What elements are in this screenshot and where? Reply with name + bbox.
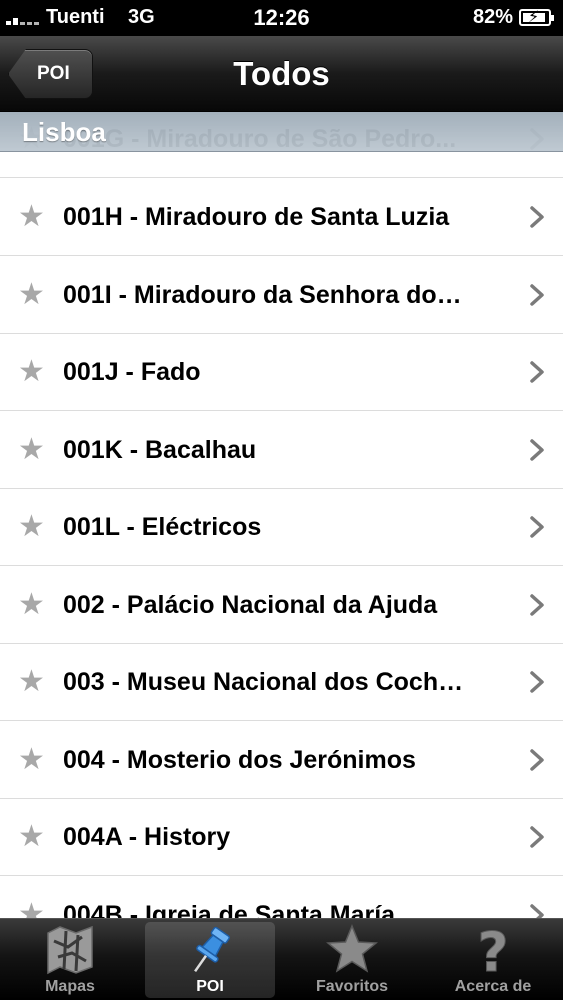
tab-favoritos[interactable]: Favoritos: [282, 919, 422, 1000]
star-icon[interactable]: ★: [18, 435, 46, 465]
list-item[interactable]: ★ 004B - Igreja de Santa María: [0, 877, 563, 918]
tab-label: POI: [196, 978, 224, 995]
chevron-right-icon: [530, 206, 544, 228]
status-bar: Tuenti 3G 12:26 82% ⚡: [0, 0, 563, 36]
chevron-right-icon: [530, 594, 544, 616]
star-icon: [326, 924, 378, 973]
list-item-label: 004B - Igreja de Santa María: [63, 901, 396, 918]
battery-icon: ⚡: [519, 9, 554, 26]
pushpin-icon: [194, 926, 230, 973]
star-icon[interactable]: ★: [18, 590, 46, 620]
list-item[interactable]: ★ 004 - Mosterio dos Jerónimos: [0, 722, 563, 799]
list-item-label: 001K - Bacalhau: [63, 436, 257, 464]
list-item[interactable]: ★ 001L - Eléctricos: [0, 489, 563, 566]
battery-percentage: 82%: [472, 6, 513, 28]
section-title: Lisboa: [22, 117, 106, 147]
tab-poi[interactable]: POI: [140, 919, 280, 1000]
tab-mapas[interactable]: Mapas: [0, 919, 140, 1000]
chevron-right-icon: [530, 749, 544, 771]
star-icon[interactable]: ★: [18, 745, 46, 775]
list-item-label: 002 - Palácio Nacional da Ajuda: [63, 591, 438, 619]
back-button[interactable]: POI: [8, 49, 93, 99]
list-item-label: 003 - Museu Nacional dos Coch…: [63, 668, 464, 696]
map-icon: [47, 925, 93, 975]
chevron-right-icon: [530, 439, 544, 461]
list-item[interactable]: ★ 001J - Fado: [0, 334, 563, 411]
tab-bar: Mapas POI Favoritos ? Acerca de: [0, 918, 563, 1000]
tab-label: Favoritos: [315, 978, 388, 995]
star-icon[interactable]: ★: [18, 900, 46, 919]
chevron-right-icon: [530, 284, 544, 306]
list-item[interactable]: ★ 001K - Bacalhau: [0, 412, 563, 489]
section-header: Lisboa: [0, 112, 563, 152]
list-item-label: 004 - Mosterio dos Jerónimos: [63, 746, 416, 774]
list-item-label: 001L - Eléctricos: [63, 513, 262, 541]
star-icon[interactable]: ★: [18, 202, 46, 232]
star-icon[interactable]: ★: [18, 357, 46, 387]
question-icon: ?: [477, 923, 509, 977]
chevron-right-icon: [530, 361, 544, 383]
chevron-right-icon: [530, 904, 544, 918]
tab-acerca-de[interactable]: ? Acerca de: [423, 919, 563, 1000]
star-icon[interactable]: ★: [18, 822, 46, 852]
star-icon[interactable]: ★: [18, 512, 46, 542]
tab-label: Mapas: [45, 978, 95, 995]
list-item[interactable]: ★ 003 - Museu Nacional dos Coch…: [0, 644, 563, 721]
list-item[interactable]: ★ 001I - Miradouro da Senhora do…: [0, 257, 563, 334]
list-item-label: 001J - Fado: [63, 358, 201, 386]
list-item[interactable]: ★ 004A - History: [0, 799, 563, 876]
chevron-right-icon: [530, 671, 544, 693]
chevron-right-icon: [530, 516, 544, 538]
chevron-right-icon: [530, 826, 544, 848]
tab-label: Acerca de: [454, 978, 532, 995]
navigation-bar: Todos POI: [0, 36, 563, 112]
list-item-label: 001I - Miradouro da Senhora do…: [63, 281, 462, 309]
list-item[interactable]: ★ 001H - Miradouro de Santa Luzia: [0, 179, 563, 256]
svg-text:?: ?: [477, 923, 508, 977]
star-icon[interactable]: ★: [18, 280, 46, 310]
list-item[interactable]: ★ 002 - Palácio Nacional da Ajuda: [0, 567, 563, 644]
list-item-label: 004A - History: [63, 823, 231, 851]
star-icon[interactable]: ★: [18, 667, 46, 697]
list-item-label: 001H - Miradouro de Santa Luzia: [63, 203, 450, 231]
poi-list[interactable]: ★ 001G - Miradouro de São Pedro... ★ 001…: [0, 112, 563, 918]
